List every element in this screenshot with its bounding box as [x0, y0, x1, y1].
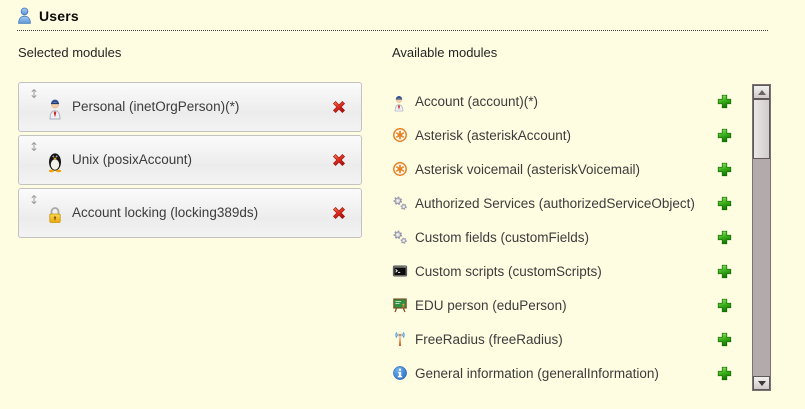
selected-module-row: ↕ Personal (inetOrgPerson)(*): [18, 82, 362, 132]
module-label: Asterisk voicemail (asteriskVoicemail): [415, 162, 640, 177]
add-module-button[interactable]: [716, 365, 733, 382]
module-label: Account locking (locking389ds): [72, 189, 258, 237]
radio-antenna-icon: [392, 331, 408, 347]
page-header: Users: [17, 7, 768, 31]
remove-module-button[interactable]: [330, 98, 348, 116]
remove-module-button[interactable]: [330, 204, 348, 222]
available-module-row: Asterisk (asteriskAccount): [392, 118, 733, 152]
module-selection-page: Users Selected modules Available modules…: [0, 0, 805, 409]
drag-handle-icon[interactable]: ↕: [29, 88, 39, 100]
scrollbar-thumb[interactable]: [753, 99, 770, 159]
padlock-icon: [46, 202, 64, 226]
available-module-row: Custom scripts (customScripts): [392, 254, 733, 288]
drag-handle-icon[interactable]: ↕: [29, 194, 39, 206]
module-label: Asterisk (asteriskAccount): [415, 128, 571, 143]
module-label: Personal (inetOrgPerson)(*): [72, 83, 239, 131]
available-modules-scrollbar[interactable]: [752, 84, 771, 391]
remove-module-button[interactable]: [330, 151, 348, 169]
up-arrow-icon: [758, 90, 766, 95]
selected-module-row: ↕ Unix (posixAccount): [18, 135, 362, 185]
page-title: Users: [39, 8, 79, 24]
scrollbar-up-button[interactable]: [753, 85, 770, 99]
scrollbar-down-button[interactable]: [753, 376, 770, 390]
module-label: EDU person (eduPerson): [415, 298, 567, 313]
module-label: Custom scripts (customScripts): [415, 264, 602, 279]
available-module-row: General information (generalInformation): [392, 356, 733, 390]
add-module-button[interactable]: [716, 263, 733, 280]
available-module-row: Custom fields (customFields): [392, 220, 733, 254]
module-label: Custom fields (customFields): [415, 230, 589, 245]
add-module-button[interactable]: [716, 297, 733, 314]
asterisk-icon: [392, 161, 408, 177]
module-label: Authorized Services (authorizedServiceOb…: [415, 196, 695, 211]
module-label: FreeRadius (freeRadius): [415, 332, 563, 347]
gears-icon: [392, 195, 408, 211]
available-modules-label: Available modules: [392, 45, 497, 60]
module-label: General information (generalInformation): [415, 366, 659, 381]
chalkboard-icon: [392, 297, 408, 313]
personal-user-icon: [392, 93, 408, 109]
available-module-row: Account (account)(*): [392, 84, 733, 118]
terminal-icon: [392, 263, 408, 279]
personal-user-icon: [46, 96, 64, 120]
module-label: Unix (posixAccount): [72, 136, 192, 184]
add-module-button[interactable]: [716, 195, 733, 212]
add-module-button[interactable]: [716, 229, 733, 246]
module-label: Account (account)(*): [415, 94, 538, 109]
asterisk-icon: [392, 127, 408, 143]
available-module-row: Asterisk voicemail (asteriskVoicemail): [392, 152, 733, 186]
selected-modules-label: Selected modules: [18, 45, 121, 60]
info-icon: [392, 365, 408, 381]
add-module-button[interactable]: [716, 127, 733, 144]
add-module-button[interactable]: [716, 161, 733, 178]
gears-icon: [392, 229, 408, 245]
selected-module-row: ↕ Account locking (locking389ds): [18, 188, 362, 238]
down-arrow-icon: [758, 381, 766, 386]
selected-modules-list: ↕ Personal (inetOrgPerson)(*) ↕ Unix (po…: [18, 82, 362, 241]
available-module-row: Authorized Services (authorizedServiceOb…: [392, 186, 733, 220]
available-modules-list: Account (account)(*) Asterisk (asteriskA…: [392, 84, 733, 390]
add-module-button[interactable]: [716, 331, 733, 348]
available-module-row: FreeRadius (freeRadius): [392, 322, 733, 356]
tux-penguin-icon: [46, 149, 64, 173]
add-module-button[interactable]: [716, 93, 733, 110]
available-module-row: EDU person (eduPerson): [392, 288, 733, 322]
users-icon: [17, 7, 32, 24]
drag-handle-icon[interactable]: ↕: [29, 141, 39, 153]
